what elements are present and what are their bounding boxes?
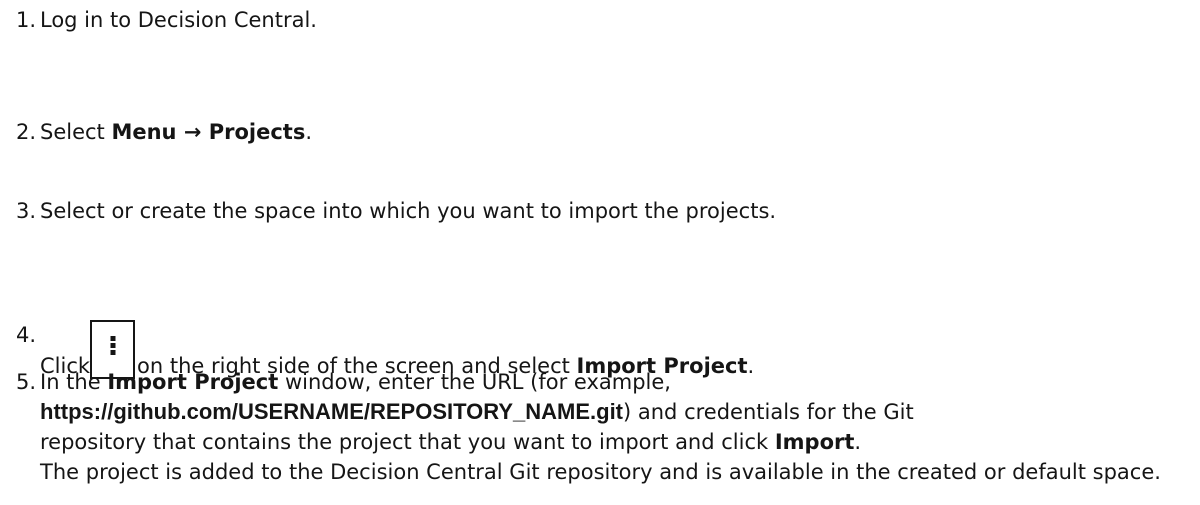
step-text-pre: In the bbox=[40, 370, 108, 394]
step-number: 5. bbox=[15, 370, 36, 394]
step-line: repository that contains the project tha… bbox=[40, 427, 1188, 457]
step-text: In the Import Project window, enter the … bbox=[40, 367, 1188, 487]
step-number: 2. bbox=[15, 120, 36, 144]
step-line: https://github.com/USERNAME/REPOSITORY_N… bbox=[40, 397, 1188, 427]
menu-path: Menu → Projects bbox=[111, 120, 306, 144]
step-number: 3. bbox=[15, 199, 36, 223]
step-text: Select or create the space into which yo… bbox=[40, 199, 777, 223]
step-text-pre: Select bbox=[40, 120, 112, 144]
example-url: https://github.com/USERNAME/REPOSITORY_N… bbox=[40, 399, 624, 424]
step-text: Select Menu → Projects. bbox=[40, 117, 1188, 147]
step-result: The project is added to the Decision Cen… bbox=[40, 460, 1161, 484]
step-4: 4. Click on the right side of the screen … bbox=[0, 271, 1188, 379]
step-text-pre: repository that contains the project tha… bbox=[40, 430, 775, 454]
import-button-label: Import bbox=[774, 430, 855, 454]
step-text-post: . bbox=[854, 430, 862, 454]
step-number: 4. bbox=[15, 323, 36, 347]
step-line: In the Import Project window, enter the … bbox=[40, 367, 1188, 397]
step-text-post: window, enter the URL (for example, bbox=[278, 370, 671, 394]
procedure-document: 1. Log in to Decision Central. 2. Select… bbox=[0, 0, 1200, 505]
step-number: 1. bbox=[15, 8, 36, 32]
step-text: Log in to Decision Central. bbox=[40, 8, 317, 32]
window-name: Import Project bbox=[107, 370, 279, 394]
step-text-post: ) and credentials for the Git bbox=[623, 400, 914, 424]
step-text-post: . bbox=[305, 120, 313, 144]
